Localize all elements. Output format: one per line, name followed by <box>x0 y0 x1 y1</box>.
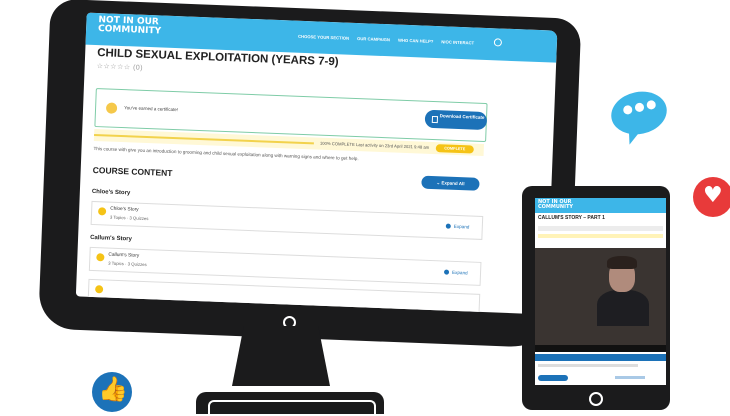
tablet-back-link[interactable] <box>615 376 645 379</box>
section-heading-callum: Callum's Story <box>89 234 132 243</box>
lesson-name[interactable]: Chloe's Story <box>110 207 139 213</box>
download-certificate-label: Download Certificate <box>439 113 485 120</box>
tablet-breadcrumb <box>538 226 663 231</box>
check-icon <box>94 285 104 294</box>
expand-all-label: Expand All <box>441 180 465 187</box>
nav-link-interact[interactable]: NIOC INTERACT <box>441 39 474 45</box>
star-icons: ☆☆☆☆☆ <box>96 63 131 72</box>
tablet-screen: NOT IN OUR COMMUNITY CALLUM'S STORY – PA… <box>535 198 666 385</box>
tablet-page-title: CALLUM'S STORY – PART 1 <box>538 215 605 221</box>
course-content-heading: COURSE CONTENT <box>92 164 173 179</box>
complete-badge: COMPLETE <box>435 144 474 154</box>
check-icon <box>97 207 107 216</box>
tablet-list-item[interactable] <box>538 364 638 367</box>
monitor-screen: NOT IN OUR COMMUNITY CHOOSE YOUR SECTION… <box>75 12 558 315</box>
tablet-progress <box>538 234 663 238</box>
thumbs-up-icon: 👍 <box>98 375 128 403</box>
video-person-hair <box>607 256 637 269</box>
nav-link-campaign[interactable]: OUR CAMPAIGN <box>357 36 390 42</box>
nav-links: CHOOSE YOUR SECTION OUR CAMPAIGN WHO CAN… <box>298 34 474 46</box>
video-controls[interactable] <box>535 345 666 352</box>
tablet-previous-button[interactable] <box>538 375 568 381</box>
progress-bar <box>94 133 314 145</box>
video-person-body <box>597 290 649 326</box>
monitor-stand <box>232 326 330 386</box>
progress-text: 100% COMPLETE Last activity on 23rd Apri… <box>319 140 430 150</box>
expand-link[interactable]: Expand <box>444 270 468 276</box>
lesson-row-chloe[interactable]: Chloe's Story 3 Topics · 3 Quizzes Expan… <box>90 200 484 240</box>
lesson-meta: 3 Topics · 3 Quizzes <box>109 214 149 222</box>
document-icon <box>431 115 439 124</box>
tablet-section-bar <box>535 354 666 361</box>
site-logo[interactable]: NOT IN OUR COMMUNITY <box>98 15 169 37</box>
tablet-navbar: NOT IN OUR COMMUNITY <box>535 198 666 213</box>
expand-all-button[interactable]: ⌄ Expand All <box>421 175 480 191</box>
expand-link[interactable]: Expand <box>446 224 470 230</box>
certificate-icon <box>105 102 118 114</box>
search-icon[interactable] <box>493 38 503 47</box>
heart-icon: ♥ <box>703 183 723 208</box>
check-icon <box>96 253 105 262</box>
lesson-name[interactable]: Callum's Story <box>108 253 139 259</box>
rating-stars: ☆☆☆☆☆ (0) <box>97 62 144 72</box>
lesson-row-callum[interactable]: Callum's Story 3 Topics · 3 Quizzes Expa… <box>88 246 482 286</box>
nav-link-choose-section[interactable]: CHOOSE YOUR SECTION <box>298 34 349 41</box>
download-certificate-button[interactable]: Download Certificate <box>424 109 488 131</box>
section-heading-chloe: Chloe's Story <box>91 188 131 197</box>
nav-link-help[interactable]: WHO CAN HELP? <box>398 38 434 44</box>
tablet-logo[interactable]: NOT IN OUR COMMUNITY <box>538 200 578 210</box>
tablet-home-button <box>589 392 603 406</box>
certificate-message: You've earned a certificate! <box>124 105 179 113</box>
rating-count: (0) <box>132 64 144 72</box>
lesson-meta: 3 Topics · 3 Quizzes <box>108 260 147 268</box>
